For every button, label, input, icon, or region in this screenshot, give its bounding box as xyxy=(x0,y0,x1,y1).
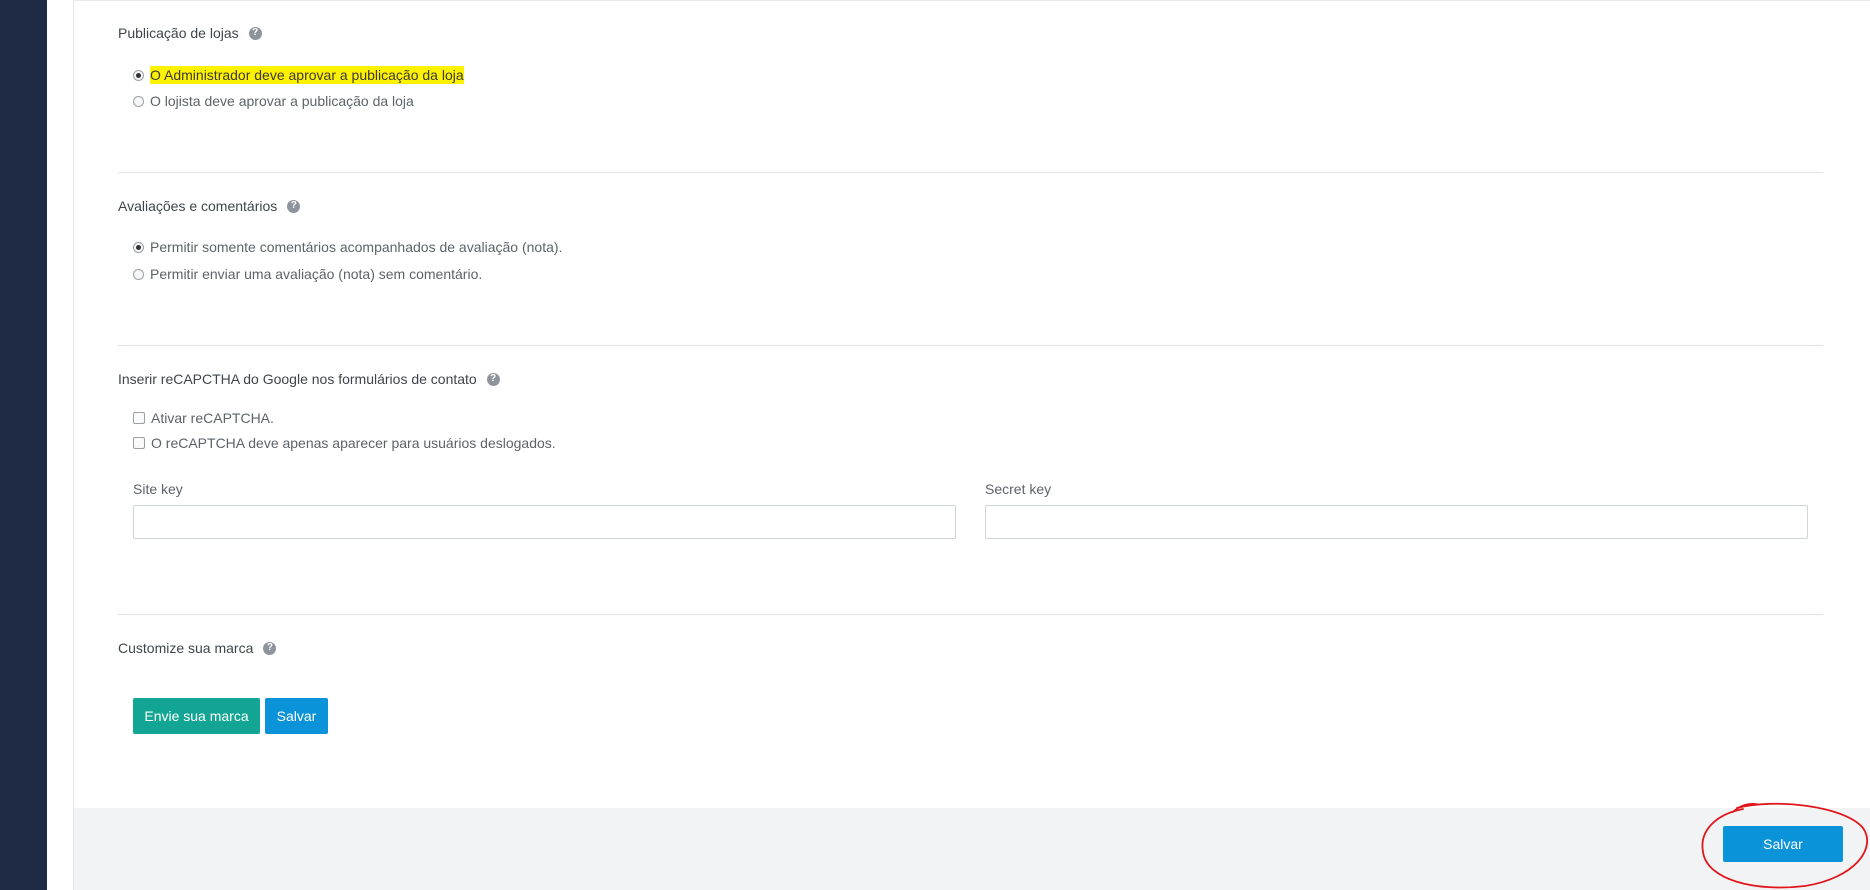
recaptcha-title: Inserir reCAPCTHA do Google nos formulár… xyxy=(118,371,500,387)
branding-save-button[interactable]: Salvar xyxy=(265,698,328,734)
section-divider xyxy=(118,172,1823,173)
footer-bar xyxy=(73,808,1870,890)
admin-approval-radio[interactable] xyxy=(133,69,144,81)
site-key-input[interactable] xyxy=(133,505,956,539)
branding-title: Customize sua marca ? xyxy=(118,640,277,656)
recaptcha-logged-out-checkbox[interactable] xyxy=(133,437,145,449)
question-circle-icon[interactable]: ? xyxy=(287,199,301,213)
question-circle-icon[interactable]: ? xyxy=(248,26,262,40)
reviews-option-with-comment[interactable]: Permitir somente comentários acompanhado… xyxy=(133,239,562,255)
secret-key-label: Secret key xyxy=(985,481,1052,497)
secret-key-input[interactable] xyxy=(985,505,1808,539)
recaptcha-logged-out-option[interactable]: O reCAPTCHA deve apenas aparecer para us… xyxy=(133,435,556,451)
store-publication-title-text: Publicação de lojas xyxy=(118,25,239,41)
store-publication-title: Publicação de lojas ? xyxy=(118,25,262,41)
reviews-title-text: Avaliações e comentários xyxy=(118,198,278,214)
branding-title-text: Customize sua marca xyxy=(118,640,254,656)
question-circle-icon[interactable]: ? xyxy=(263,641,277,655)
upload-brand-button[interactable]: Envie sua marca xyxy=(133,698,260,734)
reviews-without-comment-label: Permitir enviar uma avaliação (nota) sem… xyxy=(150,266,483,282)
section-divider xyxy=(118,614,1823,615)
admin-approval-label: O Administrador deve aprovar a publicaçã… xyxy=(150,66,464,84)
store-publication-option-seller[interactable]: O lojista deve aprovar a publicação da l… xyxy=(133,93,414,109)
site-key-label: Site key xyxy=(133,481,183,497)
reviews-option-without-comment[interactable]: Permitir enviar uma avaliação (nota) sem… xyxy=(133,266,482,282)
reviews-with-comment-radio[interactable] xyxy=(133,241,144,253)
section-divider xyxy=(118,345,1823,346)
recaptcha-logged-out-label: O reCAPTCHA deve apenas aparecer para us… xyxy=(151,435,556,451)
question-circle-icon[interactable]: ? xyxy=(486,372,500,386)
recaptcha-enable-label: Ativar reCAPTCHA. xyxy=(151,410,274,426)
reviews-title: Avaliações e comentários ? xyxy=(118,198,301,214)
seller-approval-label: O lojista deve aprovar a publicação da l… xyxy=(150,93,414,109)
store-publication-option-admin[interactable]: O Administrador deve aprovar a publicaçã… xyxy=(133,66,464,84)
seller-approval-radio[interactable] xyxy=(133,95,144,107)
recaptcha-title-text: Inserir reCAPCTHA do Google nos formulár… xyxy=(118,371,477,387)
settings-panel xyxy=(73,0,1870,808)
recaptcha-enable-option[interactable]: Ativar reCAPTCHA. xyxy=(133,410,274,426)
left-sidebar xyxy=(0,0,47,890)
footer-save-button[interactable]: Salvar xyxy=(1723,826,1843,862)
reviews-with-comment-label: Permitir somente comentários acompanhado… xyxy=(150,239,563,255)
reviews-without-comment-radio[interactable] xyxy=(133,268,144,280)
recaptcha-enable-checkbox[interactable] xyxy=(133,412,145,424)
